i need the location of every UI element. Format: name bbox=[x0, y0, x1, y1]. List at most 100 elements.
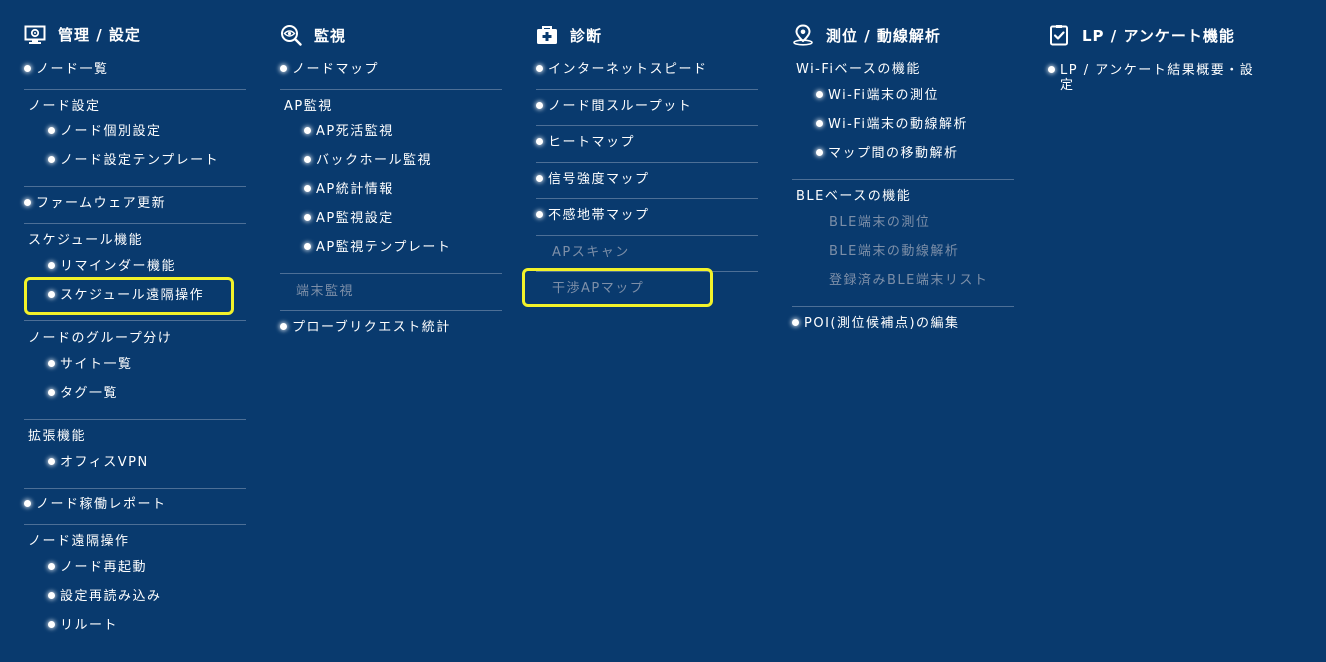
monitoring-title: 監視 bbox=[314, 26, 347, 45]
bullet-icon bbox=[304, 156, 311, 163]
bullet-icon bbox=[536, 102, 543, 109]
bullet-icon bbox=[24, 65, 31, 72]
divider bbox=[536, 162, 758, 163]
menu-item-schedule-remote-operation[interactable]: スケジュール遠隔操作 bbox=[48, 288, 204, 304]
menu-item-wifi-terminal-positioning[interactable]: Wi-Fi端末の測位 bbox=[816, 88, 939, 104]
divider bbox=[536, 125, 758, 126]
bullet-icon bbox=[48, 563, 55, 570]
menu-item-tag-list[interactable]: タグ一覧 bbox=[48, 386, 118, 402]
menu-item-dead-zone-map[interactable]: 不感地帯マップ bbox=[536, 208, 650, 224]
bullet-icon bbox=[536, 211, 543, 218]
section-heading-extensions: 拡張機能 bbox=[28, 429, 87, 444]
menu-item-interference-ap-map: 干渉APマップ bbox=[552, 281, 645, 296]
divider bbox=[24, 320, 246, 321]
bullet-icon bbox=[48, 262, 55, 269]
divider bbox=[24, 186, 246, 187]
menu-item-lp-survey-summary-wrap[interactable]: 定 bbox=[1060, 78, 1075, 94]
bullet-icon bbox=[24, 199, 31, 206]
menu-item-ap-statistics[interactable]: AP統計情報 bbox=[304, 182, 394, 198]
divider bbox=[24, 488, 246, 489]
map-pin-icon bbox=[793, 24, 813, 46]
bullet-icon bbox=[304, 185, 311, 192]
monitoring-header: 監視 bbox=[280, 24, 346, 46]
divider bbox=[792, 179, 1014, 180]
menu-item-node-map[interactable]: ノードマップ bbox=[280, 62, 379, 78]
divider bbox=[536, 235, 758, 236]
checklist-icon bbox=[1050, 25, 1068, 46]
bullet-icon bbox=[536, 138, 543, 145]
menu-item-reload-settings[interactable]: 設定再読み込み bbox=[48, 589, 162, 605]
bullet-icon bbox=[1048, 66, 1055, 73]
divider bbox=[792, 306, 1014, 307]
menu-item-ble-terminal-flow-analysis: BLE端末の動線解析 bbox=[829, 244, 960, 259]
management-header: 管理 / 設定 bbox=[24, 24, 141, 45]
menu-item-node-restart[interactable]: ノード再起動 bbox=[48, 560, 147, 576]
section-heading-node-grouping: ノードのグループ分け bbox=[28, 331, 173, 346]
section-heading-wifi-features: Wi-Fiベースの機能 bbox=[796, 62, 921, 77]
menu-item-ap-monitoring-settings[interactable]: AP監視設定 bbox=[304, 211, 394, 227]
menu-item-internet-speed[interactable]: インターネットスピード bbox=[536, 62, 708, 78]
section-heading-ap-monitoring: AP監視 bbox=[284, 99, 333, 114]
menu-item-node-uptime-report[interactable]: ノード稼働レポート bbox=[24, 497, 167, 513]
eye-search-icon bbox=[281, 25, 302, 46]
bullet-icon bbox=[48, 592, 55, 599]
divider bbox=[24, 89, 246, 90]
bullet-icon bbox=[816, 91, 823, 98]
medical-kit-icon bbox=[537, 26, 557, 44]
bullet-icon bbox=[48, 127, 55, 134]
divider bbox=[280, 273, 502, 274]
bullet-icon bbox=[48, 389, 55, 396]
menu-item-reminder[interactable]: リマインダー機能 bbox=[48, 259, 176, 275]
menu-item-inter-map-movement-analysis[interactable]: マップ間の移動解析 bbox=[816, 146, 959, 162]
bullet-icon bbox=[792, 319, 799, 326]
bullet-icon bbox=[304, 214, 311, 221]
bullet-icon bbox=[816, 149, 823, 156]
divider bbox=[24, 524, 246, 525]
menu-item-office-vpn[interactable]: オフィスVPN bbox=[48, 455, 149, 471]
menu-item-ble-terminal-positioning: BLE端末の測位 bbox=[829, 215, 931, 230]
menu-item-registered-ble-terminal-list: 登録済みBLE端末リスト bbox=[829, 273, 989, 288]
bullet-icon bbox=[280, 323, 287, 330]
menu-item-inter-node-throughput[interactable]: ノード間スループット bbox=[536, 99, 692, 115]
menu-item-ap-monitoring-template[interactable]: AP監視テンプレート bbox=[304, 240, 451, 256]
management-title: 管理 / 設定 bbox=[58, 26, 141, 44]
diagnosis-title: 診断 bbox=[570, 26, 603, 45]
divider bbox=[24, 223, 246, 224]
lp-survey-title: LP / アンケート機能 bbox=[1082, 26, 1235, 45]
menu-item-wifi-terminal-flow-analysis[interactable]: Wi-Fi端末の動線解析 bbox=[816, 117, 968, 133]
menu-root: 管理 / 設定 ノード一覧 ノード設定 ノード個別設定 ノード設定テンプレート … bbox=[0, 0, 1326, 662]
monitor-gear-icon bbox=[24, 25, 46, 44]
menu-item-ap-scan: APスキャン bbox=[552, 245, 630, 260]
bullet-icon bbox=[48, 458, 55, 465]
bullet-icon bbox=[280, 65, 287, 72]
bullet-icon bbox=[48, 621, 55, 628]
divider bbox=[24, 419, 246, 420]
menu-item-firmware-update[interactable]: ファームウェア更新 bbox=[24, 196, 166, 212]
bullet-icon bbox=[24, 500, 31, 507]
menu-item-site-list[interactable]: サイト一覧 bbox=[48, 357, 133, 373]
menu-item-signal-strength-map[interactable]: 信号強度マップ bbox=[536, 172, 650, 188]
menu-item-node-settings-template[interactable]: ノード設定テンプレート bbox=[48, 153, 219, 169]
menu-item-ap-alive-monitoring[interactable]: AP死活監視 bbox=[304, 124, 394, 140]
section-heading-node-remote-operation: ノード遠隔操作 bbox=[28, 534, 130, 549]
divider bbox=[280, 310, 502, 311]
menu-item-reroute[interactable]: リルート bbox=[48, 618, 118, 634]
menu-item-probe-request-statistics[interactable]: プローブリクエスト統計 bbox=[280, 320, 451, 336]
section-heading-ble-features: BLEベースの機能 bbox=[796, 189, 912, 204]
bullet-icon bbox=[304, 243, 311, 250]
bullet-icon bbox=[536, 175, 543, 182]
menu-item-node-individual-settings[interactable]: ノード個別設定 bbox=[48, 124, 162, 140]
menu-item-heatmap[interactable]: ヒートマップ bbox=[536, 135, 635, 151]
divider bbox=[536, 198, 758, 199]
menu-item-node-list[interactable]: ノード一覧 bbox=[24, 62, 109, 78]
bullet-icon bbox=[48, 291, 55, 298]
section-heading-schedule: スケジュール機能 bbox=[28, 233, 144, 248]
menu-item-terminal-monitoring: 端末監視 bbox=[296, 284, 355, 299]
menu-item-poi-edit[interactable]: POI(測位候補点)の編集 bbox=[792, 316, 960, 332]
divider bbox=[536, 89, 758, 90]
bullet-icon bbox=[48, 360, 55, 367]
menu-item-backhaul-monitoring[interactable]: バックホール監視 bbox=[304, 153, 432, 169]
lp-survey-header: LP / アンケート機能 bbox=[1048, 24, 1235, 46]
menu-item-lp-survey-summary[interactable]: LP / アンケート結果概要・設 bbox=[1048, 63, 1254, 79]
bullet-icon bbox=[816, 120, 823, 127]
